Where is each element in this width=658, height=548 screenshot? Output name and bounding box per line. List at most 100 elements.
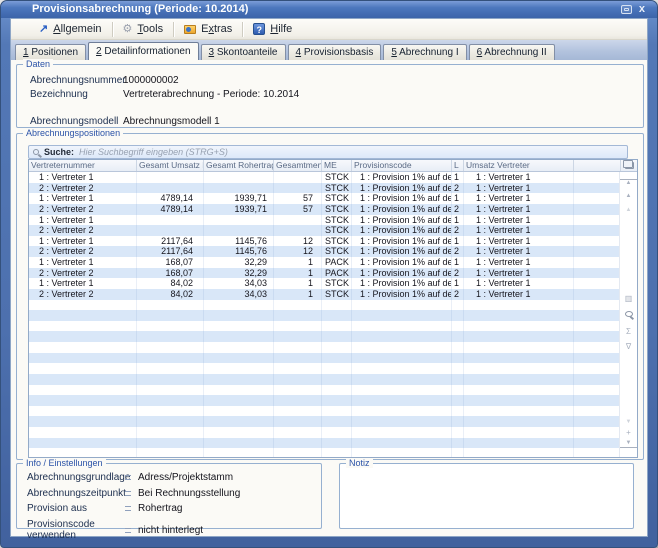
grid-cell: 1939,71 bbox=[204, 193, 274, 204]
column-header-me[interactable]: ME bbox=[322, 160, 352, 171]
grid-cell: 1 : Vertreter 1 bbox=[29, 257, 137, 268]
search-input[interactable] bbox=[79, 147, 623, 157]
column-header-vertreternummer[interactable]: Vertreternummer bbox=[29, 160, 137, 171]
table-row[interactable]: 2 : Vertreter 284,0234,031STCK1 : Provis… bbox=[29, 289, 621, 300]
scroll-up-icon[interactable]: ▲ bbox=[620, 193, 637, 200]
grid-cell bbox=[574, 204, 621, 215]
menu-item-label: Allgemein bbox=[53, 23, 101, 35]
table-row-empty[interactable] bbox=[29, 406, 621, 417]
table-row-empty[interactable] bbox=[29, 416, 621, 427]
search-bar[interactable]: Suche: bbox=[28, 145, 628, 159]
grid-cell: 2117,64 bbox=[137, 236, 204, 247]
table-row[interactable]: 2 : Vertreter 24789,141939,7157STCK1 : P… bbox=[29, 204, 621, 215]
table-row-empty[interactable] bbox=[29, 353, 621, 364]
grid-cell: 1939,71 bbox=[204, 204, 274, 215]
field-value: nicht hinterlegt bbox=[138, 525, 203, 536]
column-header-gesamt-rohertrag-eur[interactable]: Gesamt Rohertrag EUR bbox=[204, 160, 274, 171]
grid-cell: 1 bbox=[452, 278, 464, 289]
table-row-empty[interactable] bbox=[29, 321, 621, 332]
table-row-empty[interactable] bbox=[29, 374, 621, 385]
column-header-gesamtmenge[interactable]: Gesamtmenge bbox=[274, 160, 322, 171]
grid-cell: 1 : Vertreter 1 bbox=[464, 172, 574, 183]
table-row[interactable]: 1 : Vertreter 14789,141939,7157STCK1 : P… bbox=[29, 193, 621, 204]
menu-item-extras[interactable]: Extras bbox=[177, 21, 239, 37]
table-row-empty[interactable] bbox=[29, 331, 621, 342]
title-bar[interactable]: Provisionsabrechnung (Periode: 10.2014) … bbox=[1, 1, 657, 18]
menu-item-tools[interactable]: ⚙Tools bbox=[116, 21, 171, 37]
table-row-empty[interactable] bbox=[29, 427, 621, 438]
table-row-empty[interactable] bbox=[29, 300, 621, 311]
grid-cell bbox=[204, 342, 274, 353]
grid-cell: 1 : Vertreter 1 bbox=[464, 225, 574, 236]
grid-cell bbox=[352, 438, 452, 449]
table-row-empty[interactable] bbox=[29, 395, 621, 406]
table-row-empty[interactable] bbox=[29, 310, 621, 321]
grid-cell bbox=[352, 342, 452, 353]
table-row[interactable]: 1 : Vertreter 12117,641145,7612STCK1 : P… bbox=[29, 236, 621, 247]
grid-cell: 84,02 bbox=[137, 278, 204, 289]
grid-cell: 1 : Provision 1% auf den ve bbox=[352, 278, 452, 289]
grid-cell bbox=[322, 374, 352, 385]
notiz-groupbox[interactable]: Notiz bbox=[339, 463, 634, 529]
tab-2-detailinformationen[interactable]: 2 Detailinformationen bbox=[88, 42, 199, 60]
table-row[interactable]: 1 : Vertreter 1STCK1 : Provision 1% auf … bbox=[29, 172, 621, 183]
grid-cell: 1 : Vertreter 1 bbox=[29, 278, 137, 289]
tab-6-abrechnung-ii[interactable]: 6 Abrechnung II bbox=[469, 44, 555, 60]
scroll-to-bottom-icon[interactable]: ▼ bbox=[620, 440, 637, 448]
grid-cell bbox=[29, 331, 137, 342]
grid-cell bbox=[574, 374, 621, 385]
tab-5-abrechnung-i[interactable]: 5 Abrechnung I bbox=[383, 44, 466, 60]
tab-3-skontoanteile[interactable]: 3 Skontoanteile bbox=[201, 44, 286, 60]
filter-icon[interactable]: ∇ bbox=[620, 342, 637, 351]
table-row[interactable]: 2 : Vertreter 2STCK1 : Provision 1% auf … bbox=[29, 183, 621, 194]
columns-view-icon[interactable]: ▥ bbox=[620, 294, 637, 303]
scroll-down-page-icon[interactable]: ▼ bbox=[620, 419, 637, 426]
grid-cell bbox=[137, 183, 204, 194]
table-row-empty[interactable] bbox=[29, 342, 621, 353]
table-row[interactable]: 2 : Vertreter 2STCK1 : Provision 1% auf … bbox=[29, 225, 621, 236]
column-header-provisionscode[interactable]: Provisionscode bbox=[352, 160, 452, 171]
grid-cell bbox=[137, 438, 204, 449]
table-row[interactable]: 2 : Vertreter 2168,0732,291PACK1 : Provi… bbox=[29, 268, 621, 279]
grid-cell bbox=[452, 385, 464, 396]
restore-window-icon[interactable] bbox=[621, 5, 632, 14]
table-row[interactable]: 1 : Vertreter 1STCK1 : Provision 1% auf … bbox=[29, 215, 621, 226]
column-header-gesamt-umsatz-eur[interactable]: Gesamt Umsatz EUR bbox=[137, 160, 204, 171]
table-row[interactable]: 1 : Vertreter 184,0234,031STCK1 : Provis… bbox=[29, 278, 621, 289]
close-window-icon[interactable]: x bbox=[639, 4, 645, 15]
menu-separator bbox=[112, 22, 113, 37]
column-header-umsatz-vertreter[interactable]: Umsatz Vertreter bbox=[464, 160, 574, 171]
scroll-up-page-icon[interactable]: ▲ bbox=[620, 207, 637, 214]
tab-1-positionen[interactable]: 1 Positionen bbox=[15, 44, 86, 60]
scroll-thumb-icon[interactable]: + bbox=[620, 428, 637, 437]
grid-cell bbox=[274, 353, 322, 364]
column-chooser-icon[interactable] bbox=[625, 162, 634, 169]
positionen-legend: Abrechnungspositionen bbox=[23, 128, 123, 138]
table-row-empty[interactable] bbox=[29, 448, 621, 457]
grid-cell bbox=[137, 416, 204, 427]
grid-cell bbox=[29, 438, 137, 449]
grid-cell bbox=[452, 363, 464, 374]
table-row-empty[interactable] bbox=[29, 438, 621, 449]
tab-4-provisionsbasis[interactable]: 4 Provisionsbasis bbox=[288, 44, 382, 60]
field-row: Abrechnungsnummer1000000002 bbox=[30, 75, 633, 86]
menu-item-allgemein[interactable]: ↗Allgemein bbox=[32, 21, 109, 37]
grid-cell: 1 : Vertreter 1 bbox=[464, 268, 574, 279]
table-row-empty[interactable] bbox=[29, 363, 621, 374]
grid-cell: 1 bbox=[452, 236, 464, 247]
equals-icon bbox=[125, 475, 131, 480]
table-row[interactable]: 2 : Vertreter 22117,641145,7612STCK1 : P… bbox=[29, 246, 621, 257]
grid-cell bbox=[464, 427, 574, 438]
column-header-l[interactable]: L bbox=[452, 160, 464, 171]
field-value: Adress/Projektstamm bbox=[138, 472, 233, 483]
table-row[interactable]: 1 : Vertreter 1168,0732,291PACK1 : Provi… bbox=[29, 257, 621, 268]
notiz-textarea[interactable] bbox=[341, 465, 632, 527]
grid-cell: 1 : Provision 1% auf den ve bbox=[352, 215, 452, 226]
grid-search-icon[interactable] bbox=[625, 311, 633, 317]
scroll-to-top-icon[interactable]: ▲ bbox=[620, 179, 637, 187]
table-row-empty[interactable] bbox=[29, 385, 621, 396]
field-label: Provision aus bbox=[27, 503, 125, 514]
menu-item-hilfe[interactable]: ?Hilfe bbox=[246, 21, 299, 37]
grid-cell bbox=[352, 427, 452, 438]
sum-row-icon[interactable]: Σ bbox=[620, 327, 637, 336]
